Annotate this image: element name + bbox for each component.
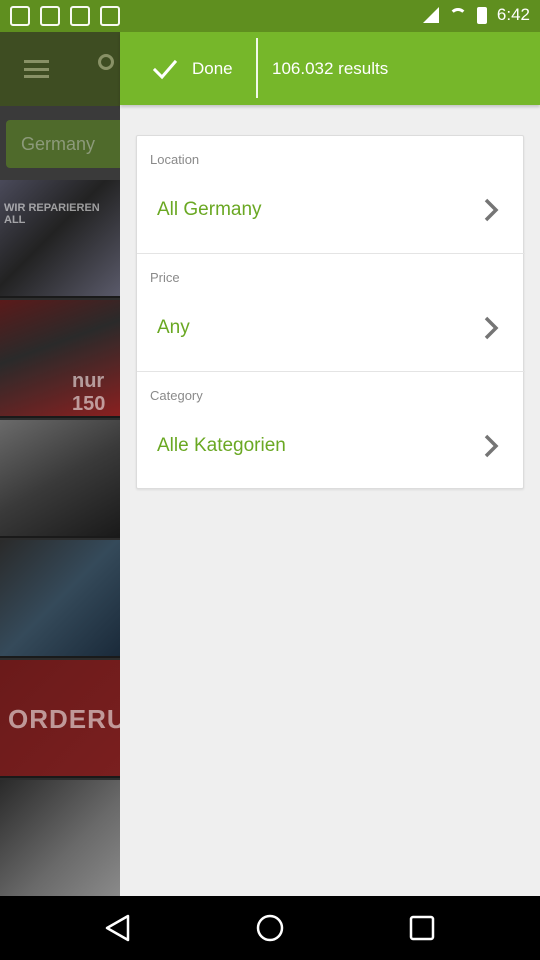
listing-thumbnail[interactable] bbox=[0, 420, 120, 538]
location-value: All Germany bbox=[157, 199, 262, 220]
location-chip[interactable]: Germany bbox=[6, 120, 120, 168]
wifi-icon bbox=[448, 8, 467, 22]
listing-thumbnail[interactable] bbox=[0, 780, 120, 896]
screen: 6:42 Germany WIR REPARIEREN ALL nur 150 … bbox=[0, 0, 540, 960]
status-right: 6:42 bbox=[422, 5, 530, 25]
status-bar: 6:42 bbox=[0, 0, 540, 32]
notification-icon bbox=[40, 6, 60, 26]
done-button[interactable]: Done bbox=[120, 32, 256, 105]
navigation-bar bbox=[0, 896, 540, 960]
recent-apps-icon[interactable] bbox=[406, 912, 438, 944]
chevron-right-icon bbox=[484, 198, 499, 222]
background-chip-row: Germany bbox=[0, 106, 120, 180]
category-selector[interactable]: Alle Kategorien bbox=[137, 416, 525, 476]
back-icon[interactable] bbox=[102, 912, 134, 944]
location-section: Location All Germany bbox=[137, 136, 525, 254]
thumbnail-text: WIR REPARIEREN ALL bbox=[4, 202, 100, 226]
category-value: Alle Kategorien bbox=[157, 435, 286, 456]
filter-drawer: Done 106.032 results Location All German… bbox=[120, 32, 540, 896]
notification-icon bbox=[10, 6, 30, 26]
thumbnail-text: ORDERU bbox=[8, 704, 120, 734]
listing-thumbnail[interactable] bbox=[0, 540, 120, 658]
listing-thumbnail[interactable]: ORDERU bbox=[0, 660, 120, 778]
price-value: Any bbox=[157, 317, 190, 338]
location-label: Location bbox=[150, 152, 200, 167]
notification-icons bbox=[10, 6, 120, 26]
home-icon[interactable] bbox=[254, 912, 286, 944]
notification-icon bbox=[100, 6, 120, 26]
battery-icon bbox=[476, 6, 487, 24]
listing-thumbnail[interactable]: WIR REPARIEREN ALL bbox=[0, 180, 120, 298]
notification-icon bbox=[70, 6, 90, 26]
filter-toolbar: Done 106.032 results bbox=[120, 32, 540, 105]
chevron-right-icon bbox=[484, 434, 499, 458]
price-selector[interactable]: Any bbox=[137, 298, 525, 358]
status-time: 6:42 bbox=[496, 5, 530, 24]
thumbnail-text: nur 150 bbox=[72, 370, 106, 415]
done-label: Done bbox=[192, 58, 233, 78]
signal-icon bbox=[422, 7, 439, 23]
listing-thumbnail[interactable]: nur 150 bbox=[0, 300, 120, 418]
background-toolbar bbox=[0, 32, 120, 106]
toolbar-divider bbox=[256, 38, 258, 98]
price-label: Price bbox=[150, 270, 180, 285]
category-label: Category bbox=[150, 388, 203, 403]
location-selector[interactable]: All Germany bbox=[137, 180, 525, 240]
menu-icon[interactable] bbox=[24, 60, 49, 78]
search-icon[interactable] bbox=[98, 54, 114, 70]
chevron-right-icon bbox=[484, 316, 499, 340]
category-section: Category Alle Kategorien bbox=[137, 371, 525, 489]
filter-card: Location All Germany Price Any Category … bbox=[136, 135, 525, 489]
background-app: Germany WIR REPARIEREN ALL nur 150 ORDER… bbox=[0, 32, 120, 896]
results-count: 106.032 results bbox=[272, 59, 389, 78]
check-icon bbox=[152, 59, 178, 79]
price-section: Price Any bbox=[137, 253, 525, 371]
